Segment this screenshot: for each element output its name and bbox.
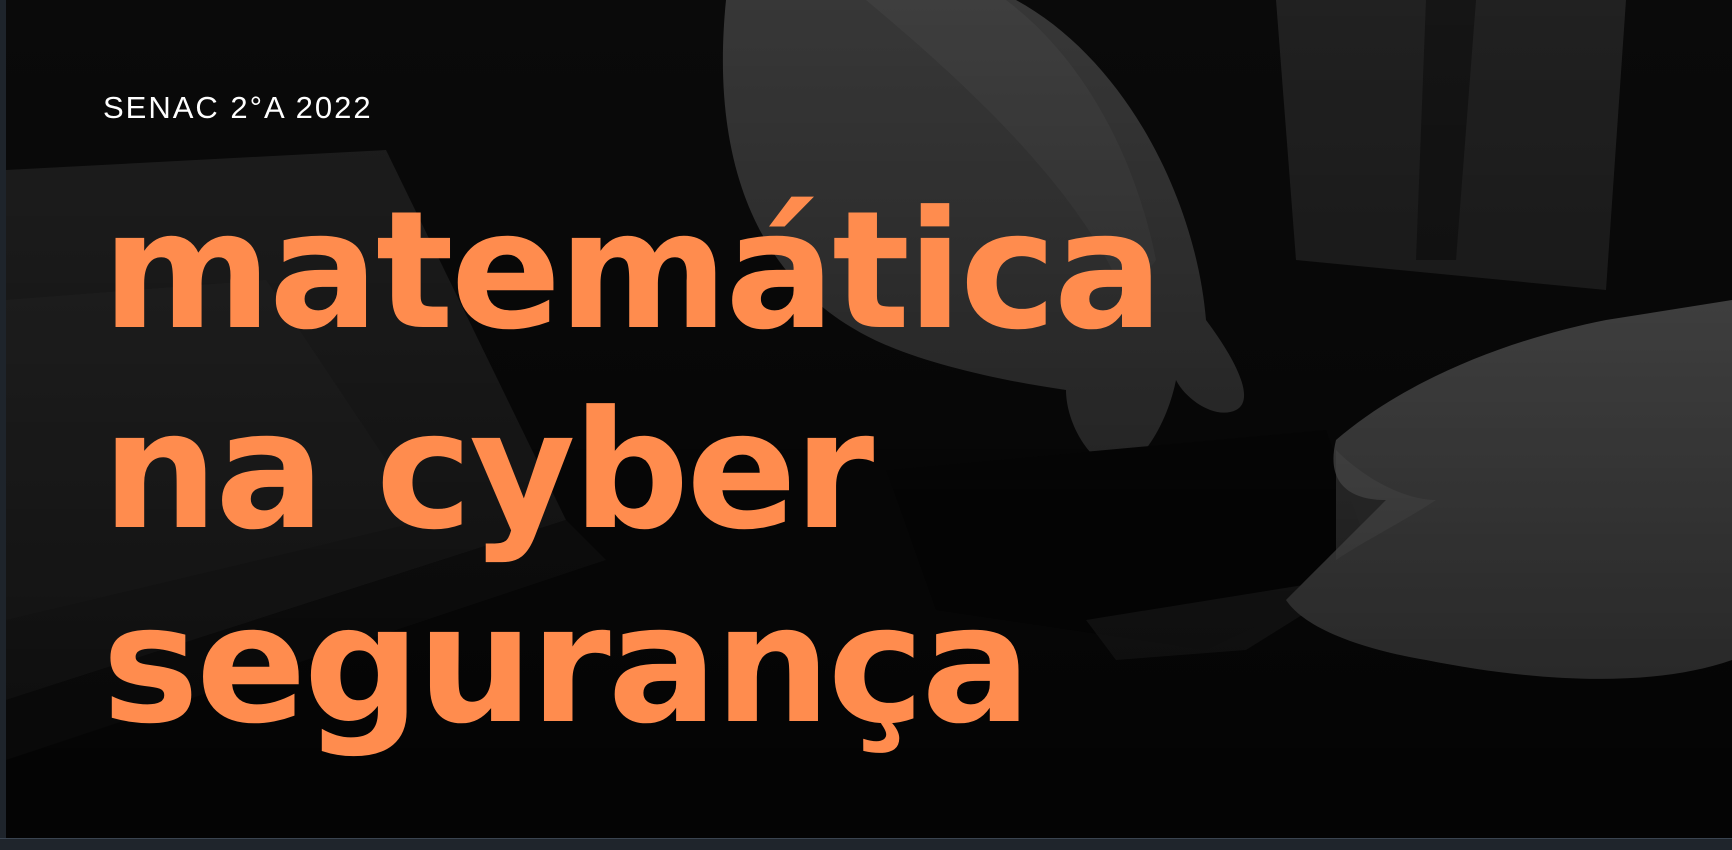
slide-title-line-1: matemática — [102, 177, 1164, 366]
slide-title-line-2: na cyber — [102, 377, 874, 566]
bottom-edge — [0, 838, 1732, 850]
slide-title-line-3: segurança — [102, 571, 1031, 760]
presentation-window: SENAC 2°A 2022 matemática na cyber segur… — [0, 0, 1732, 850]
slide-canvas[interactable]: SENAC 2°A 2022 matemática na cyber segur… — [6, 0, 1732, 838]
slide-subtitle: SENAC 2°A 2022 — [103, 90, 373, 125]
